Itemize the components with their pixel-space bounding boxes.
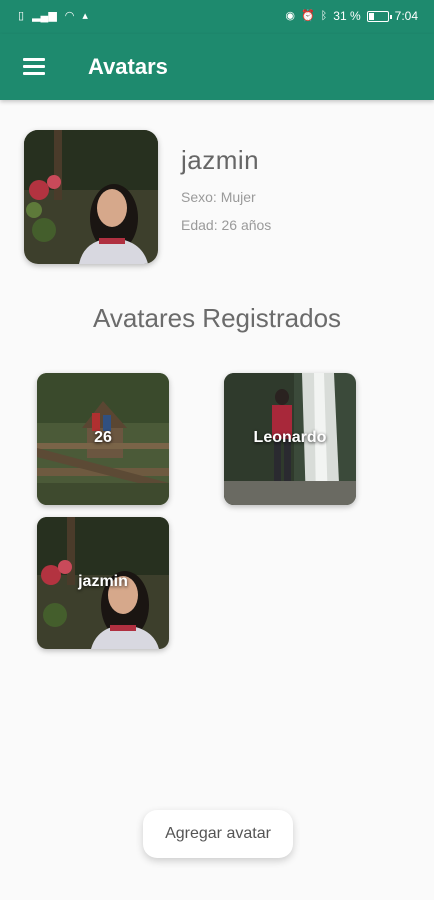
battery-percent: 31 % (333, 9, 361, 23)
alarm-icon: ⏰ (300, 10, 315, 22)
avatar-label: jazmin (78, 573, 128, 590)
avatar-card[interactable]: jazmin (37, 517, 169, 649)
avatar-label: Leonardo (253, 429, 327, 446)
profile-name: jazmin (181, 145, 260, 175)
sim-icon: ▯ (18, 10, 25, 22)
menu-icon[interactable] (20, 52, 50, 82)
add-avatar-button[interactable]: Agregar avatar (143, 810, 293, 858)
avatar-card[interactable]: 26 (37, 373, 169, 505)
page-title: Avatars (88, 54, 168, 79)
profile-sexo: Sexo: Mujer (181, 189, 256, 205)
status-right-icons: ◉ ⏰ ᛒ 31 % 7:04 (285, 9, 418, 23)
signal-icon: ▂▄▆ (32, 10, 57, 22)
status-left-icons: ▯ ▂▄▆ ◠ ▴ (18, 9, 88, 23)
profile-edad: Edad: 26 años (181, 217, 272, 233)
avatar-card[interactable]: Leonardo (224, 373, 356, 505)
wifi-icon: ◠ (64, 10, 75, 22)
eye-icon: ◉ (285, 10, 295, 22)
avatar-label: 26 (94, 429, 112, 446)
app-bar: Avatars (0, 34, 434, 100)
profile-photo (24, 130, 158, 264)
battery-icon (366, 10, 392, 22)
section-title: Avatares Registrados (92, 303, 342, 333)
status-time: 7:04 (394, 9, 418, 23)
notification-icon: ▴ (82, 10, 88, 22)
bluetooth-icon: ᛒ (320, 10, 328, 22)
status-bar: ▯ ▂▄▆ ◠ ▴ ◉ ⏰ ᛒ 31 % 7:04 (0, 0, 434, 34)
battery-level (368, 12, 374, 20)
